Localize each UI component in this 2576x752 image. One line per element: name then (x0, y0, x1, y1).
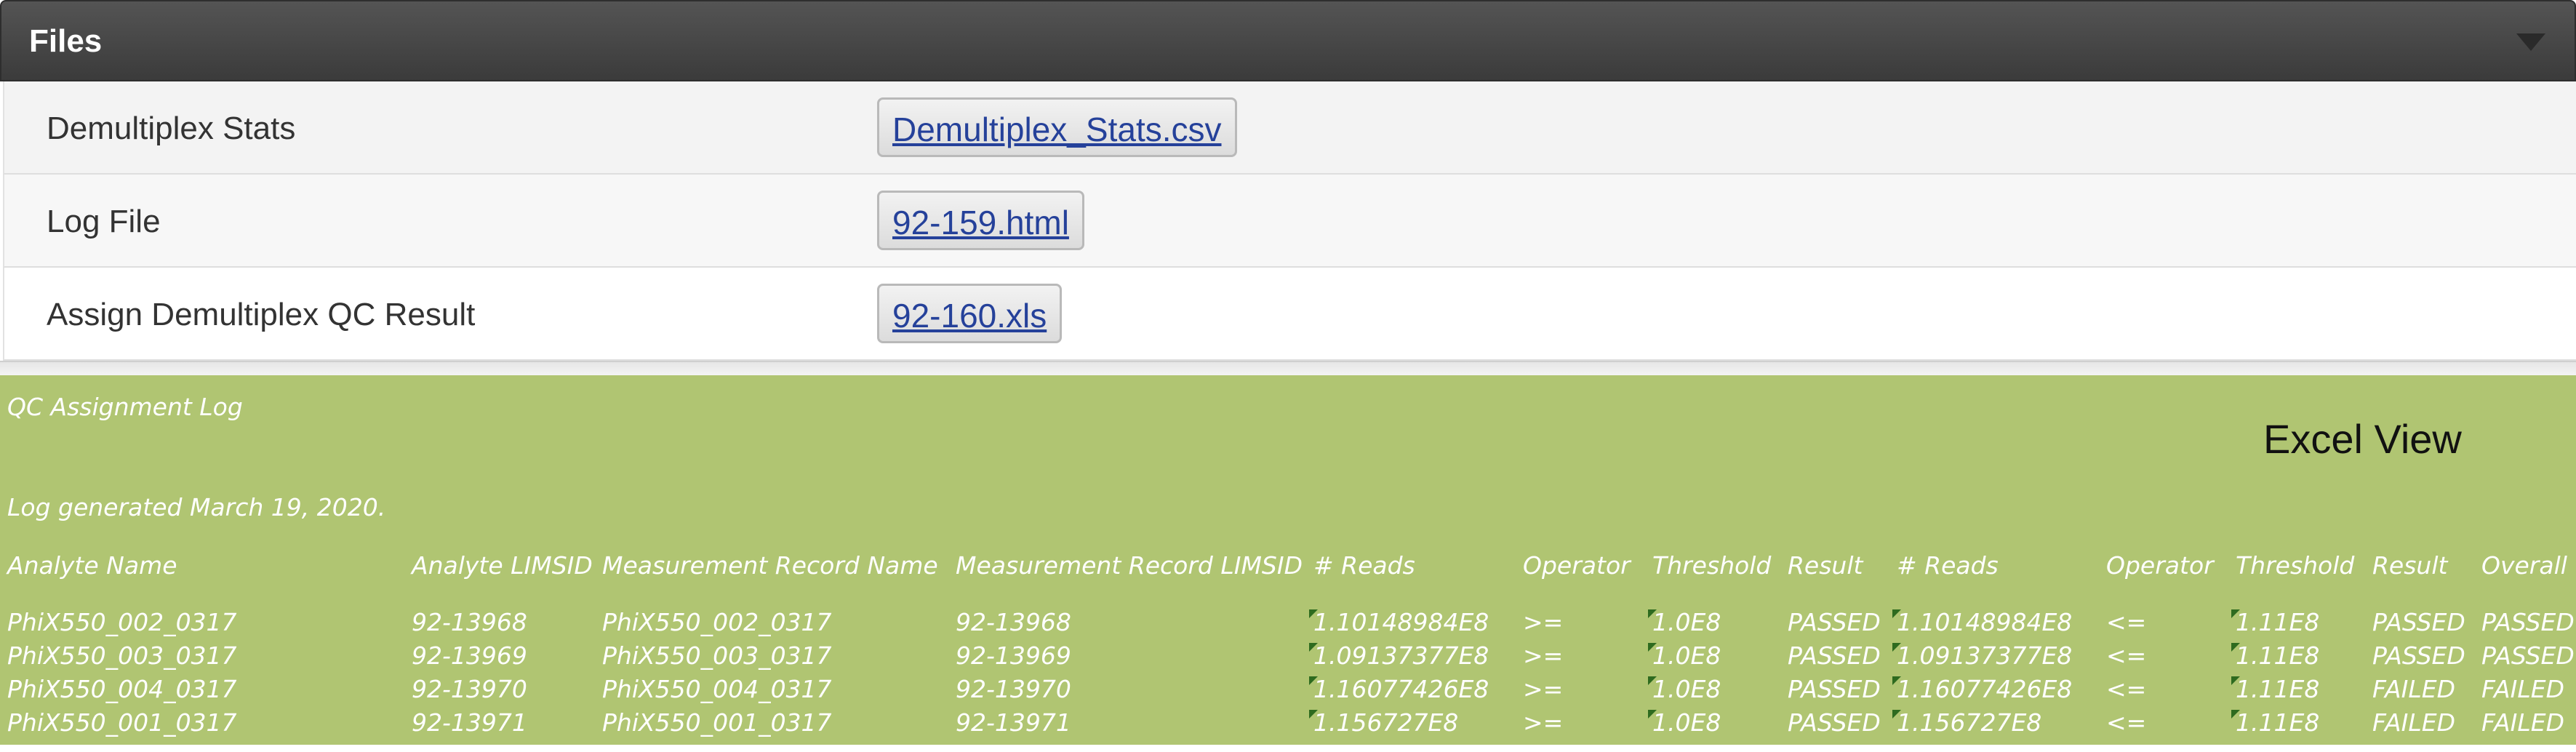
excel-cell: >= (1523, 641, 1564, 670)
cell-number-marker-icon (1309, 676, 1318, 685)
excel-header-cell: # Reads (1897, 551, 1999, 580)
file-label: Demultiplex Stats (47, 111, 296, 146)
excel-cell: PhiX550_001_0317 (7, 708, 237, 737)
excel-cell: <= (2106, 708, 2147, 737)
cell-number-marker-icon (1892, 710, 1901, 719)
excel-cell: PhiX550_003_0317 (7, 641, 237, 670)
excel-header-cell: Analyte LIMSID (412, 551, 593, 580)
chevron-down-icon[interactable] (2516, 33, 2545, 51)
cell-number-marker-icon (1309, 643, 1318, 652)
excel-cell: 92-13971 (956, 708, 1071, 737)
excel-header-cell: Result (1788, 551, 1863, 580)
excel-cell: PASSED (1788, 708, 1881, 737)
cell-number-marker-icon (1648, 609, 1657, 618)
excel-header-cell: Threshold (2236, 551, 2355, 580)
excel-cell: PhiX550_004_0317 (602, 675, 832, 703)
excel-cell: PhiX550_001_0317 (602, 708, 832, 737)
cell-number-marker-icon (2231, 710, 2240, 719)
excel-cell: PASSED (1788, 608, 1881, 636)
cell-number-marker-icon (1648, 710, 1657, 719)
files-panel-header[interactable]: Files (0, 0, 2576, 81)
bottom-strip (0, 745, 2576, 752)
excel-cell: PhiX550_004_0317 (7, 675, 237, 703)
panel-divider (0, 361, 2576, 375)
excel-cell: FAILED (2481, 708, 2565, 737)
excel-cell: PASSED (2372, 608, 2465, 636)
file-link-log-file[interactable]: 92-159.html (877, 191, 1084, 250)
excel-cell: 1.09137377E8 (1897, 641, 2073, 670)
excel-cell: FAILED (2372, 708, 2456, 737)
excel-cell: PhiX550_002_0317 (602, 608, 832, 636)
excel-header-cell: Result (2372, 551, 2448, 580)
excel-cell: 1.156727E8 (1897, 708, 2042, 737)
excel-cell: 1.16077426E8 (1897, 675, 2073, 703)
excel-cell: 92-13970 (956, 675, 1071, 703)
excel-cell: 92-13970 (412, 675, 527, 703)
excel-header-cell: Analyte Name (7, 551, 177, 580)
file-row-qc-result: Assign Demultiplex QC Result 92-160.xls (3, 268, 2576, 361)
excel-cell: >= (1523, 608, 1564, 636)
excel-cell: 1.10148984E8 (1897, 608, 2073, 636)
excel-cell: 92-13969 (412, 641, 527, 670)
cell-number-marker-icon (1892, 643, 1901, 652)
cell-number-marker-icon (1309, 710, 1318, 719)
excel-header-cell: # Reads (1313, 551, 1415, 580)
excel-header-cell: Threshold (1652, 551, 1772, 580)
excel-cell: PASSED (2481, 608, 2575, 636)
excel-cell: PhiX550_003_0317 (602, 641, 832, 670)
excel-cell: 92-13968 (412, 608, 527, 636)
excel-header-cell: Overall (2481, 551, 2567, 580)
excel-cell: PASSED (2372, 641, 2465, 670)
excel-cell: 1.09137377E8 (1313, 641, 1489, 670)
cell-number-marker-icon (1892, 609, 1901, 618)
excel-cell: 1.11E8 (2236, 675, 2320, 703)
excel-cell: >= (1523, 708, 1564, 737)
excel-cell: FAILED (2481, 675, 2565, 703)
excel-cell: 1.11E8 (2236, 708, 2320, 737)
excel-cell: 1.0E8 (1652, 675, 1721, 703)
excel-cell: >= (1523, 675, 1564, 703)
cell-number-marker-icon (1648, 676, 1657, 685)
excel-cell: 1.11E8 (2236, 608, 2320, 636)
excel-cell: 1.10148984E8 (1313, 608, 1489, 636)
excel-cell: 1.0E8 (1652, 641, 1721, 670)
cell-number-marker-icon (2231, 609, 2240, 618)
excel-cell: 92-13968 (956, 608, 1071, 636)
excel-cell: 1.0E8 (1652, 708, 1721, 737)
file-row-log-file: Log File 92-159.html (3, 175, 2576, 268)
excel-cell: PhiX550_002_0317 (7, 608, 237, 636)
cell-number-marker-icon (1892, 676, 1901, 685)
file-label: Log File (47, 204, 161, 239)
cell-number-marker-icon (2231, 643, 2240, 652)
excel-header-cell: Measurement Record Name (602, 551, 938, 580)
excel-header-cell: Operator (1523, 551, 1631, 580)
log-generated-text: Log generated March 19, 2020. (7, 493, 386, 521)
excel-view-label: Excel View (2263, 416, 2462, 462)
excel-cell: FAILED (2372, 675, 2456, 703)
excel-cell: 1.156727E8 (1313, 708, 1459, 737)
excel-header-cell: Operator (2106, 551, 2214, 580)
excel-cell: PASSED (2481, 641, 2575, 670)
excel-view: QC Assignment Log Excel View Log generat… (0, 375, 2576, 745)
excel-header-cell: Measurement Record LIMSID (956, 551, 1303, 580)
excel-cell: <= (2106, 641, 2147, 670)
cell-number-marker-icon (2231, 676, 2240, 685)
file-row-demultiplex-stats: Demultiplex Stats Demultiplex_Stats.csv (3, 81, 2576, 175)
cell-number-marker-icon (1309, 609, 1318, 618)
excel-cell: <= (2106, 608, 2147, 636)
excel-cell: <= (2106, 675, 2147, 703)
panel-title: Files (29, 23, 103, 59)
excel-cell: 92-13971 (412, 708, 527, 737)
file-label: Assign Demultiplex QC Result (47, 297, 476, 332)
excel-cell: PASSED (1788, 675, 1881, 703)
excel-cell: PASSED (1788, 641, 1881, 670)
cell-number-marker-icon (1648, 643, 1657, 652)
file-link-qc-result[interactable]: 92-160.xls (877, 284, 1063, 343)
excel-cell: 1.0E8 (1652, 608, 1721, 636)
excel-cell: 1.16077426E8 (1313, 675, 1489, 703)
excel-cell: 1.11E8 (2236, 641, 2320, 670)
excel-cell: 92-13969 (956, 641, 1071, 670)
file-link-demultiplex-stats[interactable]: Demultiplex_Stats.csv (877, 97, 1237, 157)
excel-title: QC Assignment Log (7, 393, 243, 421)
